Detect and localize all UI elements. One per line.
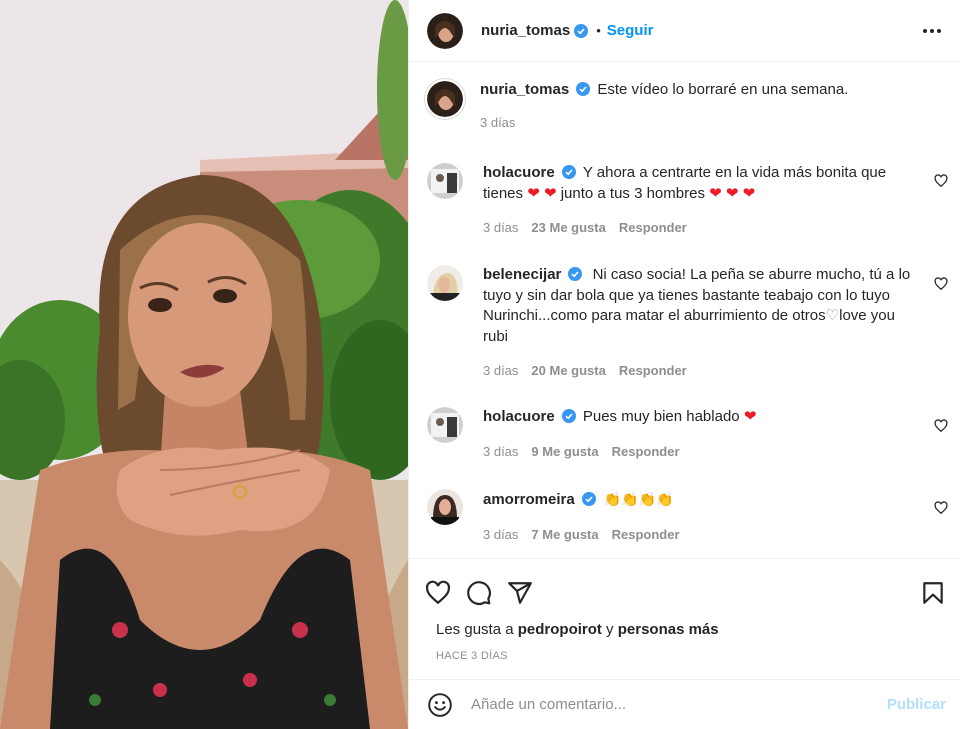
comment-time[interactable]: 3 días bbox=[483, 442, 518, 463]
comment-like-heart-icon[interactable] bbox=[934, 419, 948, 433]
red-heart-emoji: ❤ bbox=[527, 184, 540, 202]
post-timestamp[interactable]: HACE 3 DÍAS bbox=[409, 638, 960, 662]
separator-dot: • bbox=[596, 23, 601, 38]
red-heart-emoji: ❤ bbox=[743, 408, 757, 425]
comment-item: belenecijar Ni caso socia! La peña se ab… bbox=[427, 265, 948, 382]
commenter-avatar[interactable] bbox=[427, 265, 463, 301]
author-avatar[interactable] bbox=[427, 12, 463, 49]
red-heart-emoji: ❤ bbox=[543, 184, 557, 202]
clap-emoji: 👏 bbox=[603, 491, 622, 507]
post-caption: nuria_tomas Este vídeo lo borraré en una… bbox=[424, 78, 946, 134]
comment-item: amorromeira 👏👏👏👏 3 días 7 Me gusta Respo… bbox=[427, 489, 948, 546]
add-comment-bar: Publicar bbox=[409, 679, 960, 729]
reply-button[interactable]: Responder bbox=[612, 442, 680, 463]
comment-likes-count[interactable]: 23 Me gusta bbox=[531, 218, 605, 239]
caption-author-avatar[interactable] bbox=[427, 81, 463, 117]
commenter-username[interactable]: amorromeira bbox=[483, 491, 575, 508]
red-heart-emoji: ❤ bbox=[725, 184, 739, 202]
verified-badge-icon bbox=[576, 82, 591, 96]
smiley-face-icon[interactable] bbox=[427, 692, 453, 718]
comment-text: Pues muy bien hablado bbox=[582, 408, 744, 425]
comment-likes-count[interactable]: 20 Me gusta bbox=[531, 361, 605, 382]
red-heart-emoji: ❤ bbox=[709, 184, 722, 202]
commenter-username[interactable]: holacuore bbox=[483, 164, 555, 181]
reply-button[interactable]: Responder bbox=[619, 361, 687, 382]
verified-badge-icon bbox=[574, 23, 589, 38]
speech-bubble-icon[interactable] bbox=[466, 580, 492, 606]
comment-likes-count[interactable]: 7 Me gusta bbox=[531, 525, 598, 546]
publish-button[interactable]: Publicar bbox=[887, 696, 946, 713]
action-bar bbox=[409, 559, 960, 613]
commenter-username[interactable]: belenecijar bbox=[483, 266, 561, 283]
comment-time[interactable]: 3 días bbox=[483, 525, 518, 546]
commenter-avatar[interactable] bbox=[427, 489, 463, 525]
comment-like-heart-icon[interactable] bbox=[934, 277, 948, 291]
comment-time[interactable]: 3 días bbox=[483, 218, 518, 239]
post-actions: Les gusta a pedropoirot y personas más H… bbox=[409, 558, 960, 679]
video-frame-image bbox=[0, 0, 408, 729]
comment-like-heart-icon[interactable] bbox=[934, 501, 948, 515]
clap-emoji: 👏 bbox=[621, 491, 639, 507]
verified-badge-icon bbox=[581, 492, 596, 506]
paper-plane-icon[interactable] bbox=[507, 580, 533, 606]
heart-outline-icon[interactable] bbox=[425, 580, 451, 606]
comment-input[interactable] bbox=[471, 696, 887, 713]
commenter-username[interactable]: holacuore bbox=[483, 408, 555, 425]
comment-text-continued: junto a tus 3 hombres bbox=[556, 184, 710, 202]
commenter-avatar[interactable] bbox=[427, 407, 463, 443]
likes-middle: y bbox=[601, 621, 618, 638]
clap-emoji: 👏 bbox=[638, 491, 657, 507]
caption-time[interactable]: 3 días bbox=[480, 113, 515, 134]
verified-badge-icon bbox=[568, 267, 583, 281]
verified-badge-icon bbox=[561, 409, 576, 423]
bookmark-icon[interactable] bbox=[920, 580, 946, 606]
likes-prefix: Les gusta a bbox=[436, 621, 518, 638]
clap-emoji: 👏 bbox=[656, 491, 674, 507]
likes-summary: Les gusta a pedropoirot y personas más bbox=[409, 613, 960, 638]
reply-button[interactable]: Responder bbox=[619, 218, 687, 239]
comment-likes-count[interactable]: 9 Me gusta bbox=[531, 442, 598, 463]
instagram-post-modal: nuria_tomas • Seguir nuria_tomas Este ví… bbox=[0, 0, 960, 729]
comment-like-heart-icon[interactable] bbox=[934, 174, 948, 188]
caption-avatar-ring bbox=[424, 78, 466, 120]
caption-username[interactable]: nuria_tomas bbox=[480, 81, 569, 98]
liker-username[interactable]: pedropoirot bbox=[518, 621, 602, 638]
comment-item: holacuore Pues muy bien hablado ❤ 3 días… bbox=[427, 407, 948, 463]
follow-button[interactable]: Seguir bbox=[607, 22, 654, 39]
caption-text: Este vídeo lo borraré en una semana. bbox=[597, 81, 849, 98]
comment-time[interactable]: 3 días bbox=[483, 361, 518, 382]
white-heart-emoji: ♡ bbox=[825, 307, 840, 324]
other-likers-link[interactable]: personas más bbox=[618, 621, 719, 638]
post-side-panel: nuria_tomas • Seguir nuria_tomas Este ví… bbox=[408, 0, 960, 729]
verified-badge-icon bbox=[561, 165, 576, 179]
more-options-icon[interactable] bbox=[920, 19, 944, 43]
reply-button[interactable]: Responder bbox=[612, 525, 680, 546]
comment-item: holacuore Y ahora a centrarte en la vida… bbox=[427, 163, 948, 239]
comments-list[interactable]: nuria_tomas Este vídeo lo borraré en una… bbox=[409, 63, 960, 558]
author-username[interactable]: nuria_tomas bbox=[481, 22, 570, 39]
post-video[interactable] bbox=[0, 0, 408, 729]
post-header: nuria_tomas • Seguir bbox=[409, 0, 960, 62]
red-heart-emoji: ❤ bbox=[742, 184, 756, 202]
commenter-avatar[interactable] bbox=[427, 163, 463, 199]
